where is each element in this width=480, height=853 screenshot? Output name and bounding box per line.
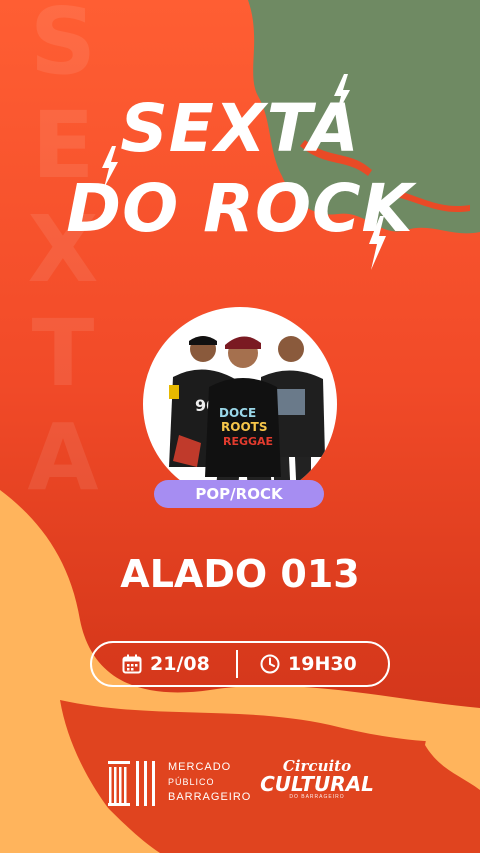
event-time-text: 19H30 <box>288 653 357 675</box>
circuito-cultural-logo: Circuito CULTURAL DO BARRAGEIRO <box>258 758 376 810</box>
mercado-logo: MERCADO PÚBLICO BARRAGEIRO <box>108 757 251 807</box>
vertical-letter: A <box>27 404 99 511</box>
event-time: 19H30 <box>260 653 357 675</box>
title-line-2: DO ROCK <box>66 170 414 247</box>
info-divider <box>236 650 238 678</box>
event-info-pill: 21/08 19H30 <box>90 641 390 687</box>
lightning-bolt-icon <box>334 74 350 116</box>
mercado-line: BARRAGEIRO <box>168 790 252 803</box>
genre-badge: POP/ROCK <box>154 480 324 508</box>
background-vertical-word: S E X T A <box>18 0 108 510</box>
event-poster: S E X T A SEXTA DO ROCK 90 DOCE ROOTS RE… <box>0 0 480 853</box>
vertical-letter: S <box>29 0 97 95</box>
svg-text:DOCE: DOCE <box>219 406 256 420</box>
artist-name: ALADO 013 <box>120 552 360 596</box>
band-illustration: 90 DOCE ROOTS REGGAE <box>169 336 325 501</box>
mercado-line: MERCADO <box>168 760 232 773</box>
circuito-logo-sub: DO BARRAGEIRO <box>289 794 345 800</box>
band-photo: 90 DOCE ROOTS REGGAE <box>143 307 337 501</box>
svg-text:ROOTS: ROOTS <box>221 420 267 434</box>
calendar-icon <box>122 654 142 674</box>
mercado-line: PÚBLICO <box>168 776 215 787</box>
circuito-logo-main: CULTURAL <box>260 772 374 796</box>
clock-icon <box>260 654 280 674</box>
title-line-1: SEXTA <box>120 90 360 167</box>
mercado-logo-mark <box>108 761 155 806</box>
svg-text:REGGAE: REGGAE <box>223 435 273 448</box>
lightning-bolt-icon <box>369 216 386 270</box>
mercado-logo-text: MERCADO PÚBLICO BARRAGEIRO <box>168 760 251 805</box>
lightning-bolt-icon <box>102 146 118 188</box>
event-date-text: 21/08 <box>150 653 210 675</box>
vertical-letter: T <box>31 300 95 407</box>
event-date: 21/08 <box>122 653 210 675</box>
